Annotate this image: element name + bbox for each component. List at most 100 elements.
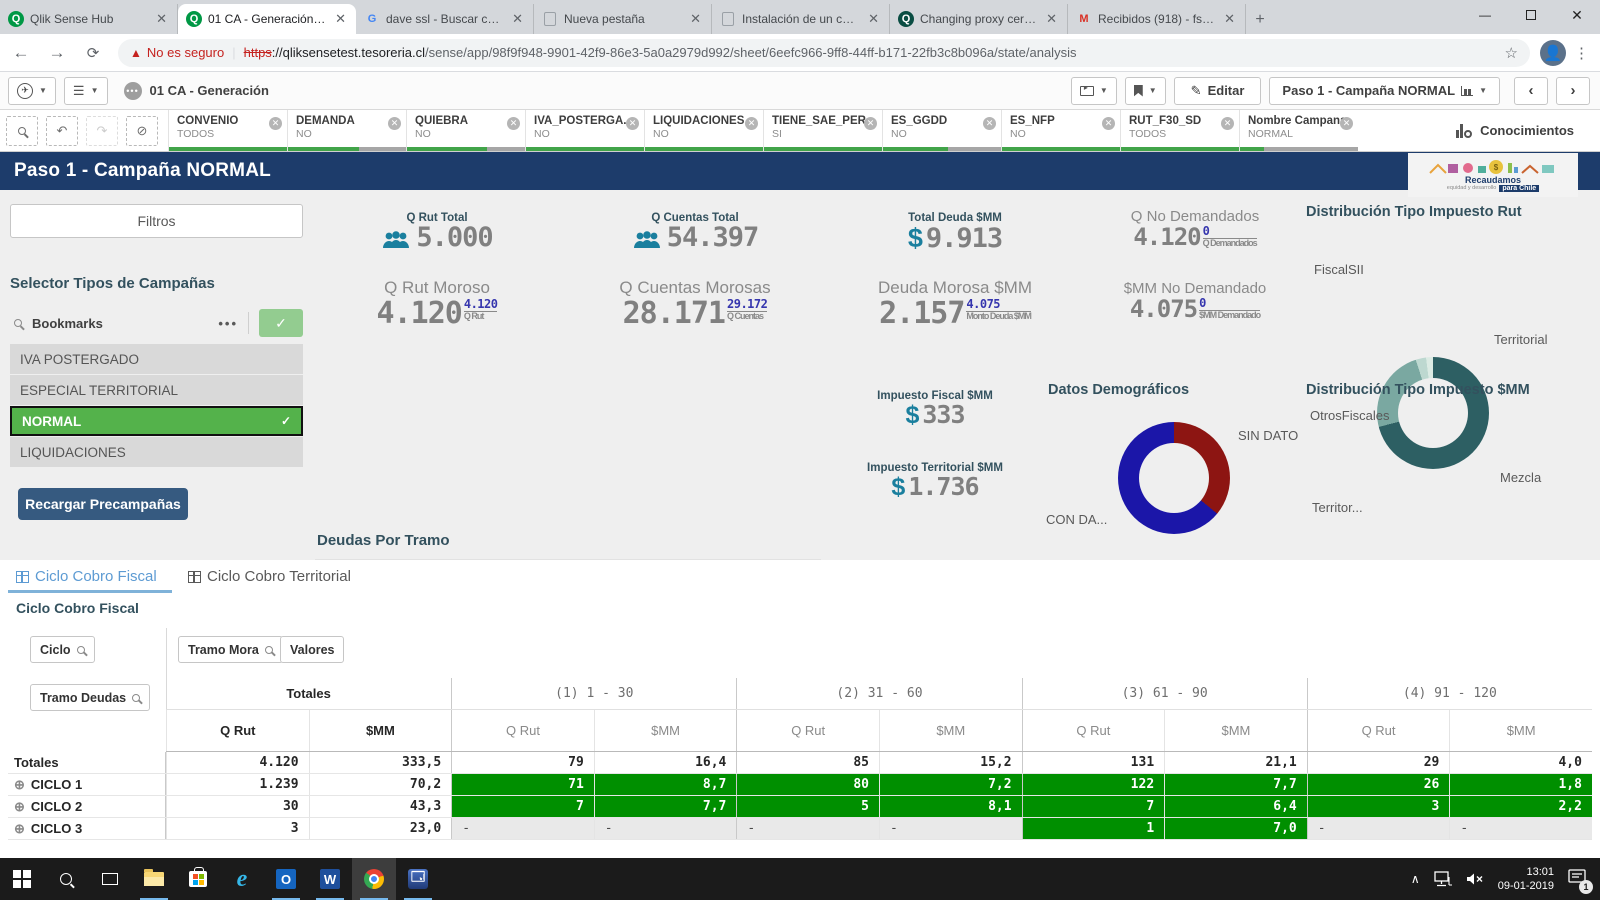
recargar-precampanas-button[interactable]: Recargar Precampañas xyxy=(18,488,188,520)
search-icon[interactable] xyxy=(14,319,22,327)
pivot-subheader[interactable]: Q Rut xyxy=(166,710,309,751)
pivot-cell[interactable]: - xyxy=(594,818,737,839)
pivot-cell[interactable]: 71 xyxy=(451,774,594,795)
pivot-cell[interactable]: 5 xyxy=(736,796,879,817)
file-explorer-icon[interactable] xyxy=(132,858,176,900)
remove-selection-icon[interactable]: ✕ xyxy=(388,117,401,130)
pivot-row-header[interactable]: ⊕CICLO 3 xyxy=(8,818,166,839)
tab-ciclo-cobro-fiscal[interactable]: Ciclo Cobro Fiscal xyxy=(16,568,157,585)
pivot-subheader[interactable]: Q Rut xyxy=(736,710,879,751)
expand-row-icon[interactable]: ⊕ xyxy=(14,777,25,793)
tab-close-icon[interactable]: ✕ xyxy=(1222,11,1237,27)
network-icon[interactable] xyxy=(1434,871,1452,887)
pivot-cell[interactable]: 3 xyxy=(1307,796,1450,817)
pivot-subheader[interactable]: Q Rut xyxy=(1022,710,1165,751)
pivot-cell[interactable]: 1.239 xyxy=(166,774,309,795)
pivot-cell[interactable]: 29 xyxy=(1307,752,1450,773)
remove-selection-icon[interactable]: ✕ xyxy=(1340,117,1353,130)
pivot-cell[interactable]: 4.120 xyxy=(166,752,309,773)
remove-selection-icon[interactable]: ✕ xyxy=(745,117,758,130)
next-sheet-button[interactable]: › xyxy=(1556,77,1590,105)
pivot-group-header[interactable]: (2) 31 - 60 xyxy=(736,678,1021,709)
pivot-group-header[interactable]: (4) 91 - 120 xyxy=(1307,678,1592,709)
browser-tab[interactable]: QChanging proxy certifica✕ xyxy=(890,4,1068,34)
list-item-especial-territorial[interactable]: ESPECIAL TERRITORIAL xyxy=(10,375,303,405)
remove-selection-icon[interactable]: ✕ xyxy=(864,117,877,130)
filtros-button[interactable]: Filtros xyxy=(10,204,303,238)
close-button[interactable]: ✕ xyxy=(1554,0,1600,30)
pivot-cell[interactable]: 16,4 xyxy=(594,752,737,773)
pivot-cell[interactable]: 7,2 xyxy=(879,774,1022,795)
pivot-cell[interactable]: - xyxy=(736,818,879,839)
tray-expand-icon[interactable]: ∧ xyxy=(1411,872,1420,886)
expand-row-icon[interactable]: ⊕ xyxy=(14,799,25,815)
selection-chip[interactable]: DEMANDANO✕ xyxy=(287,110,406,151)
reload-icon[interactable]: ⟳ xyxy=(78,38,108,68)
pivot-group-header[interactable]: Totales xyxy=(166,678,451,709)
pivot-cell[interactable]: 1 xyxy=(1022,818,1165,839)
pivot-cell[interactable]: 15,2 xyxy=(879,752,1022,773)
bookmarks-button[interactable]: ▼ xyxy=(1125,77,1166,105)
edit-button[interactable]: ✎ Editar xyxy=(1174,77,1262,105)
pivot-cell[interactable]: - xyxy=(1449,818,1592,839)
browser-menu-icon[interactable]: ⋮ xyxy=(1574,44,1590,62)
tab-close-icon[interactable]: ✕ xyxy=(333,11,348,27)
pivot-cell[interactable]: 7 xyxy=(451,796,594,817)
profile-avatar[interactable]: 👤 xyxy=(1540,40,1566,66)
pivot-cell[interactable]: 79 xyxy=(451,752,594,773)
pivot-cell[interactable]: 7,7 xyxy=(1164,774,1307,795)
security-warning-icon[interactable]: ▲ xyxy=(130,46,142,60)
tab-close-icon[interactable]: ✕ xyxy=(688,11,703,27)
tab-close-icon[interactable]: ✕ xyxy=(866,11,881,27)
list-item-normal[interactable]: NORMAL✓ xyxy=(10,406,303,436)
dimension-button-tramo-deudas[interactable]: Tramo Deudas xyxy=(30,684,150,711)
smart-search-icon[interactable] xyxy=(6,116,38,146)
remove-selection-icon[interactable]: ✕ xyxy=(1102,117,1115,130)
browser-tab[interactable]: QQlik Sense Hub✕ xyxy=(0,4,178,34)
bookmarks-menu-icon[interactable]: ••• xyxy=(218,316,238,331)
demograficos-donut-chart[interactable] xyxy=(1118,422,1230,534)
minimize-button[interactable]: — xyxy=(1462,0,1508,30)
browser-tab[interactable]: Gdave ssl - Buscar con Go✕ xyxy=(356,4,534,34)
selection-chip[interactable]: TIENE_SAE_PER...SI✕ xyxy=(763,110,882,151)
pivot-cell[interactable]: 21,1 xyxy=(1164,752,1307,773)
expand-row-icon[interactable]: ⊕ xyxy=(14,821,25,837)
column-button-tramo-mora[interactable]: Tramo Mora xyxy=(178,636,283,663)
clock[interactable]: 13:01 09-01-2019 xyxy=(1498,865,1554,894)
pivot-cell[interactable]: 80 xyxy=(736,774,879,795)
pivot-group-header[interactable]: (3) 61 - 90 xyxy=(1022,678,1307,709)
tab-ciclo-cobro-territorial[interactable]: Ciclo Cobro Territorial xyxy=(188,568,351,585)
pivot-cell[interactable]: 1,8 xyxy=(1449,774,1592,795)
clear-selections-icon[interactable]: ⊘ xyxy=(126,116,158,146)
browser-tab[interactable]: Instalación de un certific✕ xyxy=(712,4,890,34)
outlook-icon[interactable]: O xyxy=(264,858,308,900)
storytelling-button[interactable]: ▼ xyxy=(1071,77,1117,105)
insights-button[interactable]: Conocimientos xyxy=(1456,110,1600,151)
bookmark-star-icon[interactable]: ☆ xyxy=(1505,44,1518,62)
remove-selection-icon[interactable]: ✕ xyxy=(269,117,282,130)
pivot-group-header[interactable]: (1) 1 - 30 xyxy=(451,678,736,709)
pivot-subheader[interactable]: $MM xyxy=(594,710,737,751)
sheet-list-button[interactable]: ☰ ▼ xyxy=(64,77,108,105)
previous-sheet-button[interactable]: ‹ xyxy=(1514,77,1548,105)
pivot-cell[interactable]: 8,7 xyxy=(594,774,737,795)
remove-selection-icon[interactable]: ✕ xyxy=(1221,117,1234,130)
pivot-cell[interactable]: 131 xyxy=(1022,752,1165,773)
app-navigation-button[interactable]: ✈ ▼ xyxy=(8,77,56,105)
dimension-button-ciclo[interactable]: Ciclo xyxy=(30,636,95,663)
selection-chip[interactable]: LIQUIDACIONESNO✕ xyxy=(644,110,763,151)
pivot-row-header[interactable]: Totales xyxy=(8,752,166,773)
tab-close-icon[interactable]: ✕ xyxy=(510,11,525,27)
selection-chip[interactable]: ES_GGDDNO✕ xyxy=(882,110,1001,151)
action-center-icon[interactable]: 1 xyxy=(1568,869,1586,890)
list-item-liquidaciones[interactable]: LIQUIDACIONES xyxy=(10,437,303,467)
step-forward-icon[interactable]: ↷ xyxy=(86,116,118,146)
back-icon[interactable]: ← xyxy=(6,38,36,68)
pivot-subheader[interactable]: $MM xyxy=(309,710,452,751)
remove-selection-icon[interactable]: ✕ xyxy=(983,117,996,130)
app-options-icon[interactable]: ••• xyxy=(124,82,142,100)
pivot-cell[interactable]: 6,4 xyxy=(1164,796,1307,817)
store-icon[interactable] xyxy=(176,858,220,900)
internet-explorer-icon[interactable]: e xyxy=(220,858,264,900)
pivot-cell[interactable]: 26 xyxy=(1307,774,1450,795)
